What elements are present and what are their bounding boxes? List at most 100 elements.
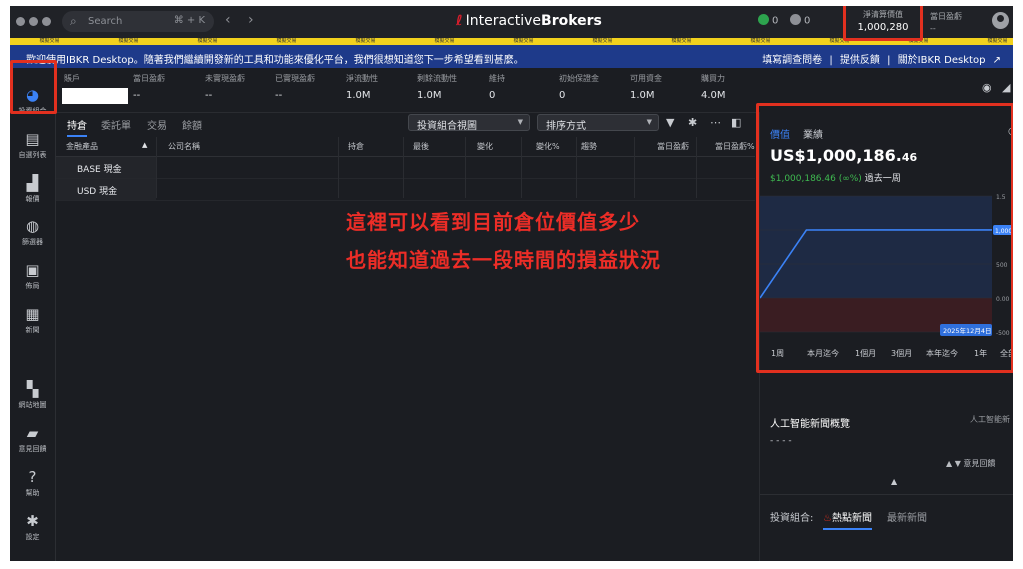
news-tabs: 投資組合: ♨熱點新聞 最新新聞 xyxy=(760,494,1013,530)
ai-news-title: 人工智能新聞概覽 xyxy=(770,419,850,430)
logo-text-brokers: Brokers xyxy=(541,13,602,29)
orders-indicator[interactable]: 0 xyxy=(790,14,811,27)
orders-count: 0 xyxy=(804,15,811,27)
buying-power-field: 購買力 4.0M xyxy=(701,73,726,101)
panel-toggle-icon[interactable]: ◧ xyxy=(731,116,741,129)
help-icon: ? xyxy=(28,468,37,486)
paper-trading-label: 模擬交易 xyxy=(987,38,1008,44)
paper-trading-label: 模擬交易 xyxy=(39,38,60,44)
tab-balances[interactable]: 餘額 xyxy=(182,117,202,132)
ai-news-link[interactable]: 人工智能新 xyxy=(970,414,1010,425)
column-header-change-pct[interactable]: 變化% xyxy=(536,141,560,152)
sidebar-item-settings[interactable]: ✱ 設定 xyxy=(10,512,55,542)
paper-trading-label: 模擬交易 xyxy=(355,38,376,44)
highlight-box-portfolio xyxy=(10,60,57,114)
sidebar-item-watchlist[interactable]: ▤ 自選列表 xyxy=(10,130,55,160)
back-arrow-icon[interactable]: ‹ xyxy=(225,12,231,28)
sidebar-item-news[interactable]: ▦ 新聞 xyxy=(10,305,55,335)
tab-positions[interactable]: 持倉 xyxy=(67,117,87,137)
field-label: 淨流動性 xyxy=(346,74,378,83)
maintenance-field: 維持 0 xyxy=(489,73,505,101)
table-row[interactable]: USD 現金 xyxy=(56,179,755,201)
separator: | xyxy=(829,55,833,66)
minimize-window-button[interactable] xyxy=(29,17,38,26)
daily-pnl-header[interactable]: 當日盈虧 -- xyxy=(930,11,962,33)
thumbs-up-icon[interactable]: ▲ xyxy=(946,459,952,468)
sidebar-item-label: 幫助 xyxy=(25,489,40,497)
column-header-position[interactable]: 持倉 xyxy=(348,141,364,152)
alerts-indicator[interactable]: 0 xyxy=(758,14,778,27)
table-row[interactable]: BASE 現金 xyxy=(56,157,755,179)
column-header-daily-pnl[interactable]: 當日盈虧 xyxy=(657,141,689,152)
user-icon[interactable] xyxy=(992,12,1009,29)
daily-pnl-field: 當日盈虧 -- xyxy=(133,73,165,101)
survey-link[interactable]: 填寫調查問卷 xyxy=(762,55,822,66)
about-link[interactable]: 關於IBKR Desktop xyxy=(898,55,986,66)
net-liquidity-field: 淨流動性 1.0M xyxy=(346,73,378,101)
separator: | xyxy=(887,55,891,66)
column-header-last[interactable]: 最後 xyxy=(413,141,429,152)
field-value: 1.0M xyxy=(346,90,371,101)
sidebar-item-help[interactable]: ? 幫助 xyxy=(10,468,55,498)
maximize-window-button[interactable] xyxy=(42,17,51,26)
feedback-label[interactable]: 意見回饋 xyxy=(963,459,995,468)
sidebar-item-layout[interactable]: ▣ 佈局 xyxy=(10,261,55,291)
field-label: 當日盈虧 xyxy=(133,74,165,83)
fire-icon: ♨ xyxy=(823,513,832,524)
feedback-link[interactable]: 提供反饋 xyxy=(840,55,880,66)
field-value: 1.0M xyxy=(417,90,442,101)
sort-asc-icon[interactable]: ▲ xyxy=(142,141,147,149)
sidebar-item-feedback[interactable]: ▰ 意見回饋 xyxy=(10,424,55,454)
logo-text-interactive: Interactive xyxy=(465,13,542,29)
thumbs-down-icon[interactable]: ▼ xyxy=(955,459,961,468)
column-header-change[interactable]: 變化 xyxy=(477,141,493,152)
tab-hot-news[interactable]: ♨熱點新聞 xyxy=(823,509,872,530)
filter-icon[interactable]: ▼ xyxy=(666,116,674,129)
search-box[interactable]: ⌕ Search ⌘ + K xyxy=(62,11,214,32)
forward-arrow-icon[interactable]: › xyxy=(248,12,254,28)
watchlist-icon: ▤ xyxy=(25,130,40,148)
available-funds-field: 可用資金 1.0M xyxy=(630,73,662,101)
feedback-row: ▲ ▼ 意見回饋 xyxy=(946,458,995,469)
app-window: ⌕ Search ⌘ + K ‹ › ℓ InteractiveBrokers 0… xyxy=(10,6,1013,561)
select-value: 排序方式 xyxy=(546,121,586,132)
field-label: 初始保證金 xyxy=(559,74,599,83)
portfolio-view-select[interactable]: 投資組合視圖 ▼ xyxy=(408,114,530,132)
field-value: 1.0M xyxy=(630,90,655,101)
news-icon: ▦ xyxy=(25,305,40,323)
search-shortcut: ⌘ + K xyxy=(173,15,205,26)
sidebar-item-label: 新聞 xyxy=(25,326,40,334)
layout-icon: ▣ xyxy=(25,261,40,279)
tab-latest-news[interactable]: 最新新聞 xyxy=(887,509,927,524)
column-header-instrument[interactable]: 金融產品 xyxy=(66,141,98,152)
column-header-trend[interactable]: 趨勢 xyxy=(581,141,597,152)
sort-select[interactable]: 排序方式 ▼ xyxy=(537,114,659,132)
account-field[interactable]: 賬戶 xyxy=(64,73,80,84)
field-label: 賬戶 xyxy=(64,74,80,83)
gear-icon[interactable]: ✱ xyxy=(688,116,697,129)
quote-icon: ▟ xyxy=(26,174,39,192)
sidebar-item-screener[interactable]: ◍ 篩選器 xyxy=(10,217,55,247)
chart-icon[interactable]: ◢ xyxy=(1002,81,1010,94)
tab-orders[interactable]: 委託單 xyxy=(101,117,131,132)
column-header-company[interactable]: 公司名稱 xyxy=(168,141,200,152)
paper-trading-label: 模擬交易 xyxy=(276,38,297,44)
sidebar-item-label: 佈局 xyxy=(25,282,40,290)
sidebar-item-sitemap[interactable]: ▚ 網站地圖 xyxy=(10,380,55,410)
check-circle-icon xyxy=(790,14,801,25)
column-header-daily-pnl-pct[interactable]: 當日盈虧% xyxy=(715,141,755,152)
tab-trades[interactable]: 交易 xyxy=(147,117,167,132)
sidebar-item-quote[interactable]: ▟ 報價 xyxy=(10,174,55,204)
eye-icon[interactable]: ◉ xyxy=(982,81,992,94)
ib-logo-mark: ℓ xyxy=(456,13,463,29)
paper-trading-label: 模擬交易 xyxy=(434,38,455,44)
welcome-banner: 歡迎使用IBKR Desktop。隨著我們繼續開發新的工具和功能來優化平台，我們… xyxy=(10,45,1013,68)
instrument-label: USD 現金 xyxy=(77,187,118,197)
more-icon[interactable]: ⋯ xyxy=(710,116,721,129)
paper-trading-label: 模擬交易 xyxy=(671,38,692,44)
paper-trading-label: 模擬交易 xyxy=(197,38,218,44)
unrealized-pnl-field: 未實現盈虧 -- xyxy=(205,73,245,101)
field-label: 未實現盈虧 xyxy=(205,74,245,83)
close-window-button[interactable] xyxy=(16,17,25,26)
collapse-caret-icon[interactable]: ▲ xyxy=(891,477,897,486)
